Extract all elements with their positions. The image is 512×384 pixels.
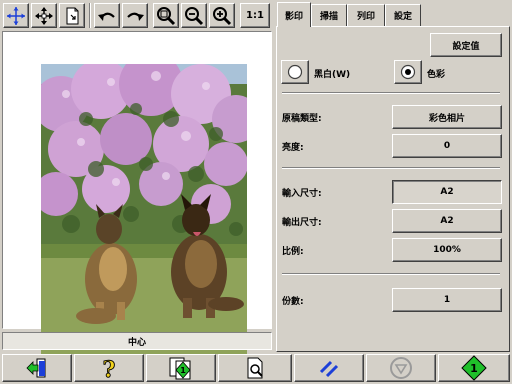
tab-settings[interactable]: 設定 <box>385 4 421 26</box>
output-size-button[interactable]: A2 <box>392 209 502 233</box>
zoom-in-button[interactable] <box>209 3 235 28</box>
start-button[interactable]: 1 <box>438 354 510 382</box>
copies-button[interactable]: 1 <box>392 288 502 312</box>
original-type-button[interactable]: 彩色相片 <box>392 105 502 129</box>
radio-selected-icon <box>400 64 416 80</box>
start-icon: 1 <box>461 355 487 381</box>
help-button[interactable]: ? <box>74 354 144 382</box>
tab-scan-label: 掃描 <box>319 12 338 22</box>
zoom-button[interactable] <box>153 3 179 28</box>
toolbar-separator <box>89 3 91 28</box>
preview-position-label[interactable]: 中心 <box>2 332 272 350</box>
preview-area[interactable] <box>2 31 272 354</box>
scan-button[interactable] <box>294 354 364 382</box>
preview-button[interactable] <box>218 354 292 382</box>
preview-icon <box>247 357 263 379</box>
tab-settings-label: 設定 <box>393 12 412 22</box>
undo-icon <box>98 12 115 21</box>
fit-page-icon <box>66 7 79 24</box>
scale-button[interactable]: 100% <box>392 238 502 262</box>
tab-copy-label: 影印 <box>284 11 303 22</box>
zoom-out-button[interactable] <box>181 3 207 28</box>
bw-radio[interactable] <box>281 60 309 84</box>
scale-value: 100% <box>433 245 461 255</box>
move-crosshair-icon <box>7 6 25 25</box>
toolbar: 1:1 <box>0 0 276 30</box>
tab-print-label: 列印 <box>356 12 375 22</box>
original-type-value: 彩色相片 <box>428 113 465 124</box>
divider <box>282 273 500 275</box>
settings-value-button[interactable]: 設定值 <box>430 33 502 57</box>
exit-button[interactable] <box>2 354 72 382</box>
scan-icon <box>319 360 339 378</box>
copies-label: 份數: <box>282 297 304 307</box>
color-radio[interactable] <box>394 60 422 84</box>
stop-button[interactable] <box>366 354 436 382</box>
undo-button[interactable] <box>94 3 120 28</box>
color-label: 色彩 <box>427 70 446 80</box>
tab-print[interactable]: 列印 <box>347 4 385 26</box>
pan-arrows-icon <box>35 6 53 25</box>
output-size-value: A2 <box>440 216 454 226</box>
original-type-label: 原稿類型: <box>282 114 322 124</box>
help-icon: ? <box>102 357 116 380</box>
tab-scan[interactable]: 掃描 <box>311 4 347 26</box>
copy-start-button[interactable]: 1 <box>146 354 216 382</box>
input-size-value: A2 <box>440 187 454 197</box>
divider <box>282 167 500 169</box>
divider <box>282 92 500 94</box>
input-size-label: 輸入尺寸: <box>282 189 322 199</box>
radio-empty-icon <box>287 64 303 80</box>
pan-button[interactable] <box>31 3 57 28</box>
zoom-in-icon <box>213 6 232 25</box>
input-size-button[interactable]: A2 <box>392 180 502 204</box>
redo-button[interactable] <box>122 3 148 28</box>
redo-icon <box>127 12 144 21</box>
scale-label: 比例: <box>282 247 304 257</box>
copy-start-icon: 1 <box>169 357 191 380</box>
move-crosshair-button[interactable] <box>3 3 29 28</box>
svg-text:?: ? <box>103 357 116 380</box>
svg-text:1: 1 <box>180 366 186 375</box>
fit-page-button[interactable] <box>59 3 85 28</box>
svg-text:1: 1 <box>470 362 478 375</box>
tab-copy[interactable]: 影印 <box>277 2 311 27</box>
bw-label: 黑白(W) <box>314 70 351 80</box>
position-label-text: 中心 <box>127 337 146 348</box>
zoom-icon <box>157 6 176 25</box>
output-size-label: 輸出尺寸: <box>282 218 322 228</box>
stop-icon <box>390 357 412 379</box>
brightness-label: 亮度: <box>282 143 304 153</box>
actual-size-button[interactable]: 1:1 <box>240 3 270 28</box>
brightness-button[interactable]: 0 <box>392 134 502 158</box>
preview-photo <box>41 64 247 354</box>
zoom-out-icon <box>185 6 204 25</box>
settings-value-label: 設定值 <box>452 41 480 52</box>
copies-value: 1 <box>443 295 451 305</box>
preview-image <box>41 64 247 354</box>
exit-icon <box>26 358 46 378</box>
brightness-value: 0 <box>443 141 451 151</box>
actual-size-label: 1:1 <box>246 10 264 21</box>
